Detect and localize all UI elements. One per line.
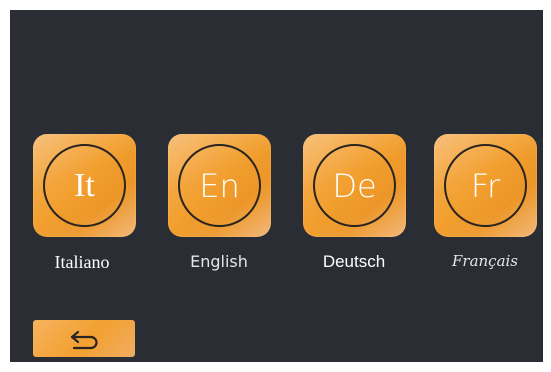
language-tile-deutsch[interactable]: De: [303, 134, 406, 237]
back-button[interactable]: [33, 320, 135, 357]
language-label-francais[interactable]: Français: [415, 252, 543, 270]
language-label-english[interactable]: English: [149, 252, 289, 271]
language-tile-english[interactable]: En: [168, 134, 271, 237]
language-label-deutsch[interactable]: Deutsch: [284, 252, 424, 272]
language-code-francais: Fr: [444, 144, 527, 227]
language-code-deutsch: De: [313, 144, 396, 227]
language-tile-francais[interactable]: Fr: [434, 134, 537, 237]
language-code-italiano: It: [43, 144, 126, 227]
language-selection-screen: It Italiano En English De Deutsch Fr Fra…: [10, 10, 543, 362]
return-arrow-icon: [70, 330, 98, 349]
language-code-english: En: [178, 144, 261, 227]
language-tile-italiano[interactable]: It: [33, 134, 136, 237]
language-label-italiano[interactable]: Italiano: [12, 252, 152, 273]
